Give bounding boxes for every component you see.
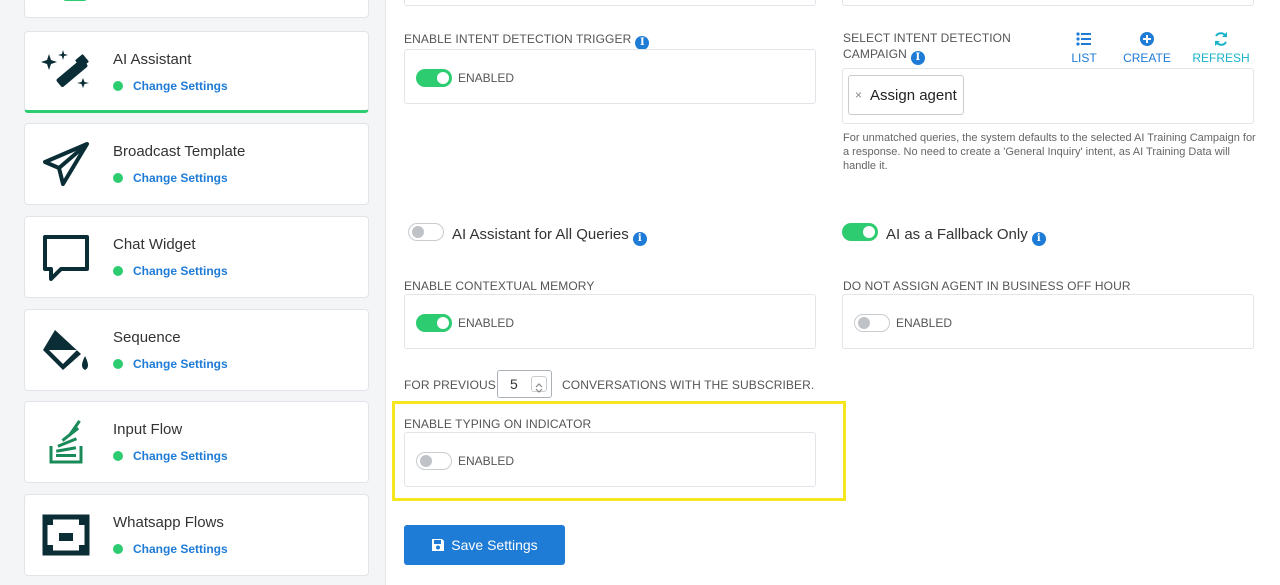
tag-label: Assign agent bbox=[870, 86, 957, 104]
info-icon[interactable]: i bbox=[910, 51, 925, 65]
change-settings-label: Change Settings bbox=[133, 264, 228, 278]
ai-all-queries-label: AI Assistant for All Queries i bbox=[452, 226, 647, 246]
refresh-action-label: REFRESH bbox=[1192, 51, 1250, 65]
off-hour-toggle-label: ENABLED bbox=[896, 316, 953, 330]
contextual-memory-box: ENABLED bbox=[404, 294, 816, 349]
selected-campaign-tag: × Assign agent bbox=[848, 75, 964, 115]
save-settings-button[interactable]: Save Settings bbox=[404, 525, 565, 565]
off-hour-toggle[interactable] bbox=[854, 314, 890, 332]
paper-plane-icon bbox=[43, 142, 89, 186]
chat-bubble-icon bbox=[43, 235, 89, 281]
magic-wand-icon bbox=[41, 50, 89, 88]
info-icon[interactable]: i bbox=[632, 232, 647, 246]
contextual-memory-label: ENABLE CONTEXTUAL MEMORY bbox=[404, 279, 595, 293]
campaign-hint-text: For unmatched queries, the system defaul… bbox=[843, 132, 1256, 172]
change-settings-link[interactable]: Change Settings bbox=[113, 357, 228, 371]
status-dot bbox=[113, 266, 123, 276]
sidebar-item-ai-assistant[interactable]: AI Assistant Change Settings bbox=[24, 31, 369, 113]
sidebar-item-title: AI Assistant bbox=[113, 51, 192, 68]
stepper-icon[interactable] bbox=[531, 376, 547, 393]
plus-circle-icon bbox=[1140, 32, 1154, 46]
change-settings-label: Change Settings bbox=[133, 449, 228, 463]
change-settings-link[interactable]: Change Settings bbox=[113, 542, 228, 556]
contextual-memory-toggle[interactable] bbox=[416, 314, 452, 332]
change-settings-link[interactable]: Change Settings bbox=[113, 449, 228, 463]
intent-trigger-toggle[interactable] bbox=[416, 69, 452, 87]
flow-icon bbox=[42, 514, 90, 556]
sidebar-item-sequence[interactable]: Sequence Change Settings bbox=[24, 309, 369, 391]
sidebar-item-title: Sequence bbox=[113, 329, 181, 346]
ai-all-queries-toggle[interactable] bbox=[408, 223, 444, 241]
save-icon bbox=[432, 539, 445, 551]
partial-icon bbox=[63, 0, 87, 1]
sidebar-item-title: Chat Widget bbox=[113, 236, 196, 253]
change-settings-link[interactable]: Change Settings bbox=[113, 79, 228, 93]
status-dot bbox=[113, 544, 123, 554]
paint-bucket-icon bbox=[43, 330, 88, 370]
status-dot bbox=[113, 451, 123, 461]
status-dot bbox=[113, 173, 123, 183]
intent-trigger-toggle-label: ENABLED bbox=[458, 71, 515, 85]
sidebar-item-title: Input Flow bbox=[113, 421, 183, 438]
change-settings-link[interactable]: Change Settings bbox=[113, 171, 228, 185]
sidebar-item-broadcast-template[interactable]: Broadcast Template Change Settings bbox=[24, 123, 369, 205]
intent-trigger-box: ENABLED bbox=[404, 49, 816, 104]
previous-suffix: CONVERSATIONS WITH THE SUBSCRIBER. bbox=[562, 378, 815, 392]
create-action[interactable]: CREATE bbox=[1119, 31, 1175, 65]
info-icon[interactable]: i bbox=[635, 36, 650, 50]
sidebar-item-title: Broadcast Template bbox=[113, 143, 246, 160]
list-icon bbox=[1076, 32, 1091, 46]
previous-count-input[interactable]: 5 bbox=[497, 370, 552, 398]
previous-count-value: 5 bbox=[510, 376, 518, 392]
save-settings-label: Save Settings bbox=[451, 537, 538, 553]
sidebar-item-input-flow[interactable]: Input Flow Change Settings bbox=[24, 401, 369, 483]
ai-fallback-toggle[interactable] bbox=[842, 223, 878, 241]
highlight-box bbox=[392, 401, 846, 501]
create-action-label: CREATE bbox=[1123, 51, 1171, 65]
info-icon[interactable]: i bbox=[1031, 232, 1046, 246]
intent-trigger-label: ENABLE INTENT DETECTION TRIGGER i bbox=[404, 32, 650, 50]
off-hour-label: DO NOT ASSIGN AGENT IN BUSINESS OFF HOUR bbox=[843, 279, 1131, 293]
settings-sidebar: AI Assistant Change Settings Broadcast T… bbox=[0, 0, 386, 585]
status-dot bbox=[113, 81, 123, 91]
contextual-memory-toggle-label: ENABLED bbox=[458, 316, 515, 330]
change-settings-label: Change Settings bbox=[133, 357, 228, 371]
refresh-icon bbox=[1215, 32, 1227, 46]
change-settings-link[interactable]: Change Settings bbox=[113, 264, 228, 278]
previous-prefix: FOR PREVIOUS bbox=[404, 378, 496, 392]
sidebar-item-whatsapp-flows[interactable]: Whatsapp Flows Change Settings bbox=[24, 494, 369, 576]
change-settings-label: Change Settings bbox=[133, 79, 228, 93]
stack-icon bbox=[49, 420, 83, 464]
sidebar-item-chat-widget[interactable]: Chat Widget Change Settings bbox=[24, 216, 369, 298]
tag-remove-icon[interactable]: × bbox=[855, 88, 862, 102]
change-settings-label: Change Settings bbox=[133, 542, 228, 556]
list-action-label: LIST bbox=[1071, 51, 1097, 65]
list-action[interactable]: LIST bbox=[1067, 31, 1101, 65]
sidebar-item-title: Whatsapp Flows bbox=[113, 514, 224, 531]
sidebar-item-partial[interactable] bbox=[24, 0, 369, 18]
off-hour-box: ENABLED bbox=[842, 294, 1254, 349]
ai-fallback-label: AI as a Fallback Only i bbox=[886, 226, 1046, 246]
top-partial-box-left bbox=[404, 0, 816, 6]
intent-campaign-label: SELECT INTENT DETECTION CAMPAIGN i bbox=[843, 31, 1011, 65]
top-partial-box-right bbox=[842, 0, 1254, 6]
refresh-action[interactable]: REFRESH bbox=[1190, 31, 1252, 65]
change-settings-label: Change Settings bbox=[133, 171, 228, 185]
status-dot bbox=[113, 359, 123, 369]
